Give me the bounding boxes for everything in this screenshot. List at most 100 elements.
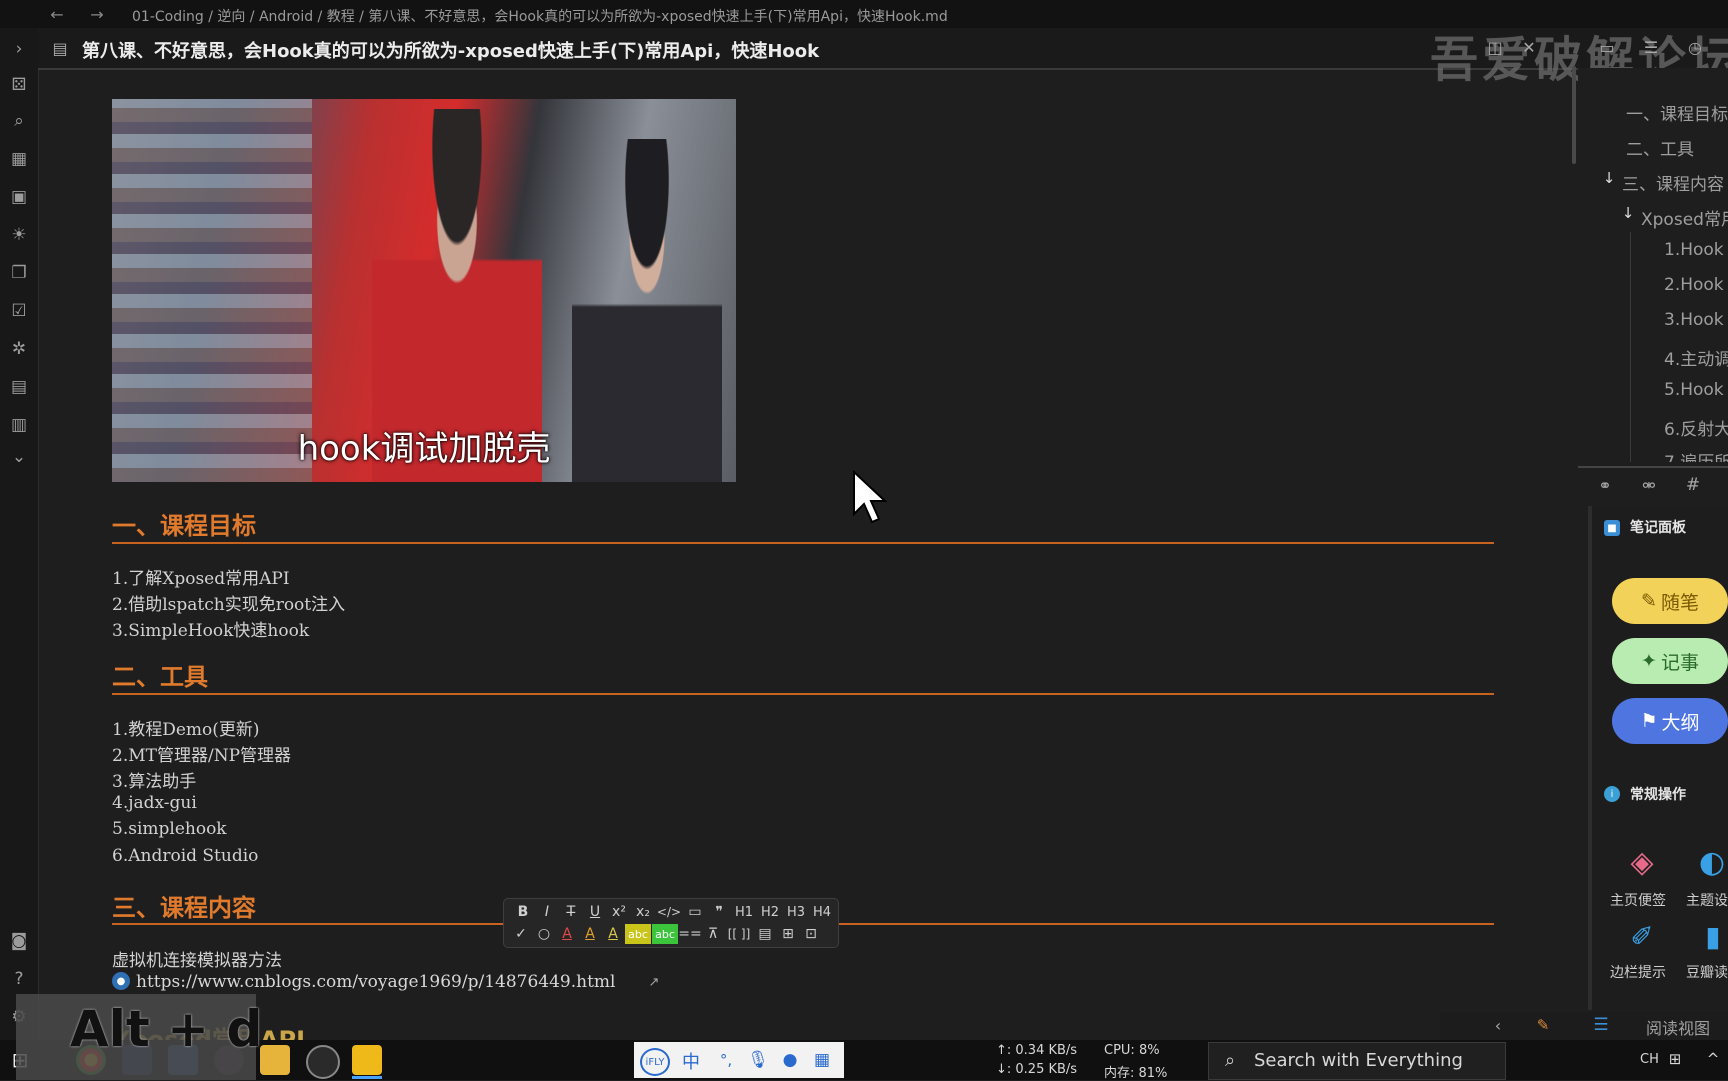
outline-item[interactable]: 6.反射大: [1664, 415, 1728, 440]
jotting-button[interactable]: ✎ 随笔: [1612, 578, 1728, 624]
outline-item[interactable]: 1.Hook: [1664, 240, 1724, 260]
split-view-icon[interactable]: ◫: [1484, 36, 1506, 58]
italic-button[interactable]: I: [536, 902, 558, 922]
h2-button[interactable]: H2: [758, 902, 782, 922]
list-item[interactable]: 6.Android Studio: [112, 846, 258, 866]
search-icon[interactable]: ⌕: [6, 108, 32, 134]
apps-grid-icon[interactable]: ▦: [810, 1048, 834, 1072]
back-arrow-icon[interactable]: ←: [46, 4, 68, 24]
list-item[interactable]: 2.MT管理器/NP管理器: [112, 741, 291, 766]
douban-label[interactable]: 豆瓣读: [1686, 962, 1728, 982]
outline-item[interactable]: 4.主动调: [1664, 345, 1728, 370]
table-button[interactable]: ⊞: [777, 924, 799, 944]
list-item[interactable]: 3.算法助手: [112, 767, 196, 792]
close-icon[interactable]: ✕: [1518, 36, 1540, 58]
strikethrough-button[interactable]: T̶: [560, 902, 582, 922]
outline-item[interactable]: 一、课程目标: [1626, 100, 1728, 125]
outline-item[interactable]: 5.Hook: [1664, 380, 1724, 400]
breadcrumb[interactable]: 01-Coding / 逆向 / Android / 教程 / 第八课、不好意思…: [132, 6, 948, 26]
outline-item[interactable]: 3.Hook: [1664, 310, 1724, 330]
ime-mode-label[interactable]: 中: [682, 1048, 700, 1074]
table-icon[interactable]: ▦: [6, 146, 32, 172]
font-color-red-button[interactable]: A: [556, 924, 578, 944]
expand-sidebar-icon[interactable]: ›: [6, 36, 32, 62]
collapse-arrow-icon[interactable]: ↓: [1601, 169, 1617, 187]
link-icon[interactable]: ⚭: [1592, 474, 1618, 496]
help-icon[interactable]: ?: [6, 966, 32, 992]
theme-settings-label[interactable]: 主题设: [1686, 890, 1728, 910]
tag-icon[interactable]: ◈: [1622, 842, 1662, 882]
list-item[interactable]: 1.了解Xposed常用API: [112, 564, 290, 589]
list-icon[interactable]: ☰: [1590, 1014, 1612, 1036]
clear-format-button[interactable]: ⊼: [702, 924, 724, 944]
outline-scrollbar[interactable]: [1572, 66, 1576, 164]
chevron-up-icon[interactable]: ^: [1702, 1048, 1724, 1070]
highlight-green-button[interactable]: abc: [652, 924, 678, 944]
checklist-icon[interactable]: ☑: [6, 298, 32, 324]
outline-item[interactable]: Xposed常用: [1641, 205, 1728, 230]
punctuation-icon[interactable]: °,: [714, 1048, 738, 1072]
external-link[interactable]: https://www.cnblogs.com/voyage1969/p/148…: [136, 972, 615, 992]
memo-button[interactable]: ✦ 记事: [1612, 638, 1728, 684]
page-title[interactable]: 第八课、不好意思，会Hook真的可以为所欲为-xposed快速上手(下)常用Ap…: [82, 37, 819, 63]
highlight-yellow-button[interactable]: abc: [625, 924, 651, 944]
microphone-icon[interactable]: 🎙: [746, 1048, 770, 1072]
list-item[interactable]: 2.借助lspatch实现免root注入: [112, 590, 345, 615]
bold-button[interactable]: B: [512, 902, 534, 922]
layout-icon[interactable]: ▥: [6, 412, 32, 438]
list-item[interactable]: 3.SimpleHook快速hook: [112, 616, 309, 641]
outline-item[interactable]: 二、工具: [1626, 135, 1694, 160]
outline-item[interactable]: 三、课程内容: [1622, 170, 1724, 195]
sidebar-tips-label[interactable]: 边栏提示: [1610, 962, 1666, 982]
brush-icon[interactable]: ✎: [1532, 1014, 1554, 1036]
list-item[interactable]: 1.教程Demo(更新): [112, 715, 260, 740]
palette-icon[interactable]: ◐: [1696, 842, 1728, 882]
user-icon[interactable]: ●: [778, 1048, 802, 1072]
subscript-button[interactable]: x₂: [632, 902, 654, 922]
unlink-icon[interactable]: ⚮: [1636, 474, 1662, 496]
clock-icon[interactable]: ◷: [1684, 36, 1706, 58]
outline-item[interactable]: 7.遍历所: [1664, 448, 1728, 462]
app-icon[interactable]: [306, 1045, 340, 1079]
h3-button[interactable]: H3: [784, 902, 808, 922]
outline-button[interactable]: ⚑ 大纲: [1612, 698, 1728, 744]
obsidian-app-icon[interactable]: [352, 1045, 382, 1075]
chevron-left-icon[interactable]: ‹: [1488, 1015, 1508, 1035]
wikilink-button[interactable]: [[ ]]: [725, 924, 753, 944]
input-language[interactable]: CH: [1640, 1052, 1659, 1067]
vault-icon[interactable]: ◙: [6, 928, 32, 954]
heading-tools[interactable]: 二、工具: [112, 657, 208, 692]
check-button[interactable]: ✓: [510, 924, 532, 944]
forward-arrow-icon[interactable]: →: [86, 4, 108, 24]
book-icon[interactable]: ▮: [1698, 916, 1728, 956]
list-icon[interactable]: ☰: [1640, 36, 1662, 58]
lightbulb-icon[interactable]: ☀: [6, 222, 32, 248]
font-color-yellow-button[interactable]: A: [602, 924, 624, 944]
font-color-orange-button[interactable]: A: [579, 924, 601, 944]
reading-view-toggle[interactable]: 阅读视图: [1646, 1015, 1710, 1039]
calendar-icon[interactable]: ▣: [6, 184, 32, 210]
keyboard-layout-icon[interactable]: ⊞: [1664, 1048, 1686, 1070]
chevron-down-icon[interactable]: ⌄: [6, 444, 32, 470]
edit-note-icon[interactable]: ✐: [1622, 916, 1662, 956]
list-item[interactable]: 4.jadx-gui: [112, 793, 197, 813]
list-item[interactable]: 5.simplehook: [112, 819, 227, 839]
collapse-arrow-icon[interactable]: ↓: [1620, 204, 1636, 222]
outline-item[interactable]: 2.Hook: [1664, 275, 1724, 295]
cards-icon[interactable]: ▤: [6, 374, 32, 400]
everything-search-input[interactable]: Search with Everything: [1254, 1050, 1463, 1071]
homepage-sticky-label[interactable]: 主页便签: [1610, 890, 1666, 910]
code-button[interactable]: </>: [656, 902, 682, 922]
tag-hash-icon[interactable]: #: [1680, 474, 1706, 496]
h4-button[interactable]: H4: [810, 902, 834, 922]
ifly-logo-icon[interactable]: iFLY: [640, 1048, 670, 1076]
dice-icon[interactable]: ⚄: [6, 72, 32, 98]
text-box-button[interactable]: ⊡: [800, 924, 822, 944]
list-item[interactable]: 虚拟机连接模拟器方法: [112, 946, 282, 971]
heading-course-content[interactable]: 三、课程内容: [112, 888, 256, 923]
h1-button[interactable]: H1: [732, 902, 756, 922]
codeblock-button[interactable]: ▭: [684, 902, 706, 922]
paste-button[interactable]: ▤: [754, 924, 776, 944]
graph-icon[interactable]: ✲: [6, 336, 32, 362]
file-explorer-icon[interactable]: [260, 1045, 290, 1075]
